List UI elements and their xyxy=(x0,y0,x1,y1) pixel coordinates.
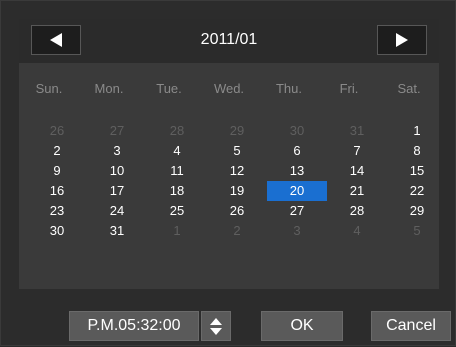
day-cell[interactable]: 27 xyxy=(267,201,327,221)
week-row: 9 10 11 12 13 14 15 xyxy=(27,161,447,181)
day-cell[interactable]: 24 xyxy=(87,201,147,221)
time-input[interactable]: P.M.05:32:00 xyxy=(69,311,199,341)
day-cell[interactable]: 7 xyxy=(327,141,387,161)
weekday-label: Tue. xyxy=(156,81,182,96)
day-cell[interactable]: 12 xyxy=(207,161,267,181)
day-cell[interactable]: 4 xyxy=(147,141,207,161)
week-row: 23 24 25 26 27 28 29 xyxy=(27,201,447,221)
day-cell[interactable]: 28 xyxy=(327,201,387,221)
day-cell[interactable]: 13 xyxy=(267,161,327,181)
week-row: 26 27 28 29 30 31 1 xyxy=(27,121,447,141)
weekday-label: Fri. xyxy=(339,81,359,96)
day-cell[interactable]: 25 xyxy=(147,201,207,221)
calendar-body: Sun. Mon. Tue. Wed. Thu. Fri. Sat. 26 27 2… xyxy=(19,63,439,289)
day-cell[interactable]: 26 xyxy=(27,121,87,141)
next-month-button[interactable] xyxy=(377,25,427,55)
day-cell[interactable]: 4 xyxy=(327,221,387,241)
day-cell[interactable]: 31 xyxy=(87,221,147,241)
day-cell[interactable]: 1 xyxy=(147,221,207,241)
day-cell[interactable]: 30 xyxy=(27,221,87,241)
day-cell[interactable]: 5 xyxy=(387,221,447,241)
weekday-header-row: Sun. Mon. Tue. Wed. Thu. Fri. Sat. xyxy=(19,81,439,101)
day-cell[interactable]: 2 xyxy=(207,221,267,241)
day-cell[interactable]: 16 xyxy=(27,181,87,201)
weekday-label: Sat. xyxy=(397,81,421,96)
day-cell[interactable]: 18 xyxy=(147,181,207,201)
day-cell[interactable]: 1 xyxy=(387,121,447,141)
weekday-label: Thu. xyxy=(275,81,302,96)
day-cell[interactable]: 11 xyxy=(147,161,207,181)
day-cell[interactable]: 31 xyxy=(327,121,387,141)
cancel-button[interactable]: Cancel xyxy=(371,311,451,341)
weekday-label: Mon. xyxy=(94,81,124,96)
day-cell[interactable]: 29 xyxy=(207,121,267,141)
spin-up-icon[interactable] xyxy=(210,317,222,325)
day-cell[interactable]: 8 xyxy=(387,141,447,161)
day-cell[interactable]: 27 xyxy=(87,121,147,141)
day-cell[interactable]: 19 xyxy=(207,181,267,201)
day-cell[interactable]: 5 xyxy=(207,141,267,161)
day-cell[interactable]: 21 xyxy=(327,181,387,201)
day-cell[interactable]: 26 xyxy=(207,201,267,221)
weekday-label: Sun. xyxy=(35,81,63,96)
day-cell[interactable]: 17 xyxy=(87,181,147,201)
week-row: 30 31 1 2 3 4 5 xyxy=(27,221,447,241)
spin-down-icon[interactable] xyxy=(210,327,222,335)
dialog-footer: P.M.05:32:00 OK Cancel xyxy=(1,301,456,347)
calendar-header: 2011/01 xyxy=(19,19,439,63)
day-cell[interactable]: 9 xyxy=(27,161,87,181)
day-cell[interactable]: 14 xyxy=(327,161,387,181)
ok-button[interactable]: OK xyxy=(261,311,343,341)
week-row: 2345678 xyxy=(27,141,447,161)
day-cell[interactable]: 3 xyxy=(87,141,147,161)
day-cell[interactable]: 3 xyxy=(267,221,327,241)
day-cell-selected[interactable]: 20 xyxy=(267,181,327,201)
day-cell[interactable]: 29 xyxy=(387,201,447,221)
date-time-picker-dialog: 2011/01 Sun. Mon. Tue. Wed. Thu. Fri. Sa… xyxy=(0,0,456,346)
day-cell[interactable]: 6 xyxy=(267,141,327,161)
time-spinner[interactable] xyxy=(201,311,231,341)
right-triangle-icon xyxy=(396,33,408,47)
day-cell[interactable]: 30 xyxy=(267,121,327,141)
weekday-label: Wed. xyxy=(213,81,245,96)
day-cell[interactable]: 28 xyxy=(147,121,207,141)
week-row: 16 17 18 19 20 21 22 xyxy=(27,181,447,201)
month-title: 2011/01 xyxy=(200,31,258,48)
day-grid: 26 27 28 29 30 31 1 2 3 4 5 6 7 8 9 10 11 12 13 14 15 16 17 18 1… xyxy=(27,121,447,241)
day-cell[interactable]: 2 xyxy=(27,141,87,161)
day-cell[interactable]: 22 xyxy=(387,181,447,201)
day-cell[interactable]: 23 xyxy=(27,201,87,221)
day-cell[interactable]: 15 xyxy=(387,161,447,181)
day-cell[interactable]: 10 xyxy=(87,161,147,181)
